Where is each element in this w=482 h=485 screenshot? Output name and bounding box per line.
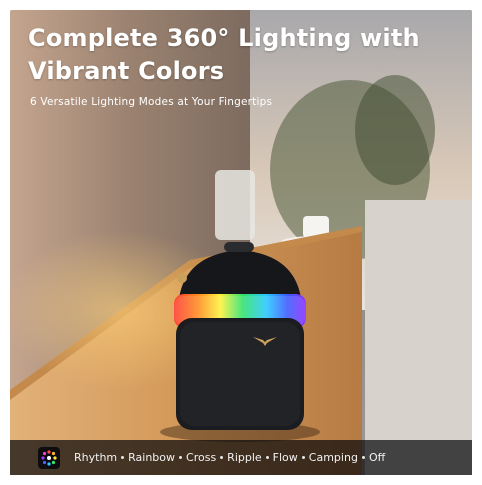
headline-line-1: Complete 360° Lighting with xyxy=(28,24,420,52)
bullet-separator xyxy=(179,456,183,459)
mode-item: Ripple xyxy=(227,451,262,464)
mode-item: Off xyxy=(368,451,386,464)
mode-item: Flow xyxy=(272,451,298,464)
light-burst-icon xyxy=(38,446,60,469)
lighting-modes-bar: Rhythm Rainbow Cross Ripple Flow Camping… xyxy=(10,440,472,475)
headline: Complete 360° Lighting with Vibrant Colo… xyxy=(28,22,420,88)
bullet-separator xyxy=(220,456,224,459)
mode-item: Rainbow xyxy=(128,451,176,464)
mode-item: Rhythm xyxy=(74,451,118,464)
bullet-separator xyxy=(361,456,365,459)
product-banner: Complete 360° Lighting with Vibrant Colo… xyxy=(10,10,472,475)
bird-logo-icon xyxy=(253,337,277,346)
mode-item: Camping xyxy=(308,451,358,464)
mode-item: Cross xyxy=(186,451,217,464)
mode-list: Rhythm Rainbow Cross Ripple Flow Camping… xyxy=(74,451,385,464)
bullet-separator xyxy=(265,456,269,459)
bullet-separator xyxy=(301,456,305,459)
headline-line-2: Vibrant Colors xyxy=(28,57,225,85)
bullet-separator xyxy=(121,456,125,459)
subheadline: 6 Versatile Lighting Modes at Your Finge… xyxy=(30,96,273,108)
